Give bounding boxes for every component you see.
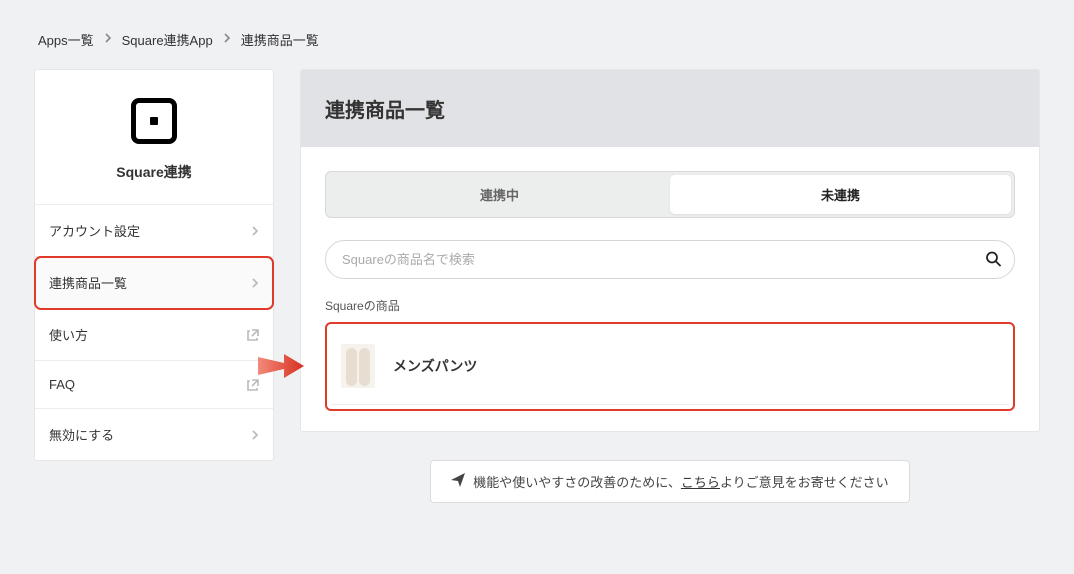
search-input[interactable] (325, 240, 1015, 279)
chevron-right-icon (251, 277, 259, 289)
sidebar-item-0[interactable]: アカウント設定 (35, 205, 273, 257)
sidebar: Square連携 アカウント設定連携商品一覧使い方 FAQ 無効にする (34, 69, 274, 461)
sidebar-header: Square連携 (35, 70, 273, 205)
sidebar-title: Square連携 (35, 162, 273, 182)
breadcrumb-apps[interactable]: Apps一覧 (38, 30, 94, 49)
sidebar-item-2[interactable]: 使い方 (35, 309, 273, 361)
search-icon (985, 254, 1001, 269)
tabs: 連携中未連携 (325, 171, 1015, 218)
product-thumbnail (341, 344, 375, 388)
chevron-right-icon (223, 33, 231, 46)
chevron-right-icon (104, 33, 112, 46)
product-row[interactable]: メンズパンツ (331, 328, 1009, 405)
sidebar-items: アカウント設定連携商品一覧使い方 FAQ 無効にする (35, 205, 273, 460)
sidebar-item-1[interactable]: 連携商品一覧 (35, 257, 273, 309)
product-name: メンズパンツ (393, 356, 477, 376)
chevron-right-icon (251, 225, 259, 237)
external-link-icon (247, 329, 259, 341)
feedback-bar: 機能や使いやすさの改善のために、こちらよりご意見をお寄せください (430, 460, 909, 503)
sidebar-item-label: FAQ (49, 377, 75, 392)
panel-header: 連携商品一覧 (301, 70, 1039, 147)
search-button[interactable] (979, 244, 1007, 275)
products-section-label: Squareの商品 (325, 297, 1015, 314)
breadcrumb-square-app[interactable]: Square連携App (122, 30, 213, 49)
sidebar-item-label: 無効にする (49, 425, 114, 444)
chevron-right-icon (251, 429, 259, 441)
breadcrumb: Apps一覧 Square連携App 連携商品一覧 (38, 30, 1040, 49)
main: 連携商品一覧 連携中未連携 Squareの商品 (300, 69, 1040, 503)
external-link-icon (247, 379, 259, 391)
panel: 連携商品一覧 連携中未連携 Squareの商品 (300, 69, 1040, 432)
tab-1[interactable]: 未連携 (670, 175, 1011, 214)
paper-plane-icon (451, 473, 465, 490)
sidebar-item-label: 連携商品一覧 (49, 273, 127, 292)
breadcrumb-current: 連携商品一覧 (241, 30, 319, 49)
sidebar-item-label: アカウント設定 (49, 221, 140, 240)
sidebar-item-3[interactable]: FAQ (35, 361, 273, 409)
feedback-suffix: よりご意見をお寄せください (720, 475, 889, 490)
tab-0[interactable]: 連携中 (329, 175, 670, 214)
square-logo-icon (131, 98, 177, 144)
sidebar-item-label: 使い方 (49, 325, 88, 344)
page-title: 連携商品一覧 (325, 94, 1015, 123)
product-list-highlight: メンズパンツ (325, 322, 1015, 411)
feedback-prefix: 機能や使いやすさの改善のために、 (473, 475, 681, 490)
feedback-link[interactable]: こちら (681, 475, 720, 490)
search (325, 240, 1015, 279)
sidebar-item-4[interactable]: 無効にする (35, 409, 273, 460)
